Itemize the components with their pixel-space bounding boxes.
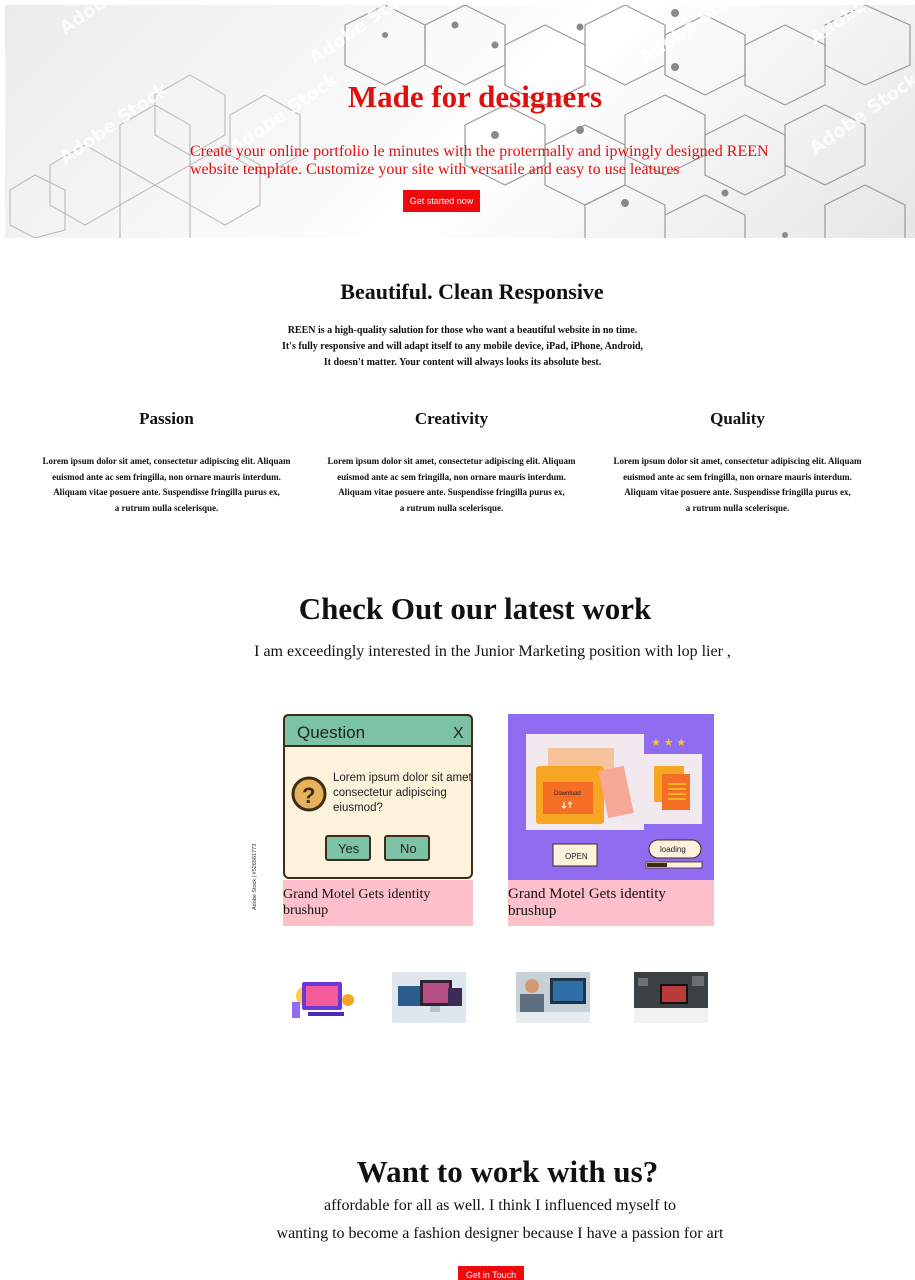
feature-title: Creativity xyxy=(414,409,489,428)
watermark-text: Adobe Stock xyxy=(56,5,173,39)
question-dialog-illustration: Question X ? Lorem ipsum dolor sit amet,… xyxy=(283,714,473,879)
question-mark-icon: ? xyxy=(302,783,315,808)
folder-download-illustration: Download ★ ★ ★ OPEN loading xyxy=(508,714,714,880)
feature-text: Lorem ipsum dolor sit amet, consectetur … xyxy=(327,456,576,513)
watermark-text: Adobe Stock xyxy=(806,5,915,49)
open-label: OPEN xyxy=(565,852,588,861)
thumbnail-monitors-showcase[interactable] xyxy=(392,972,466,1023)
portfolio-card[interactable]: Download ★ ★ ★ OPEN loading Grand Motel … xyxy=(508,714,714,926)
thumbnail-design-illustration[interactable] xyxy=(288,972,362,1023)
dialog-title: Question xyxy=(297,723,365,742)
feature-passion: Passion Lorem ipsum dolor sit amet, cons… xyxy=(24,408,309,516)
download-label: Download xyxy=(554,791,581,797)
watermark-text: Adobe Stock xyxy=(636,5,753,69)
about-line: It's fully responsive and will adapt its… xyxy=(281,341,644,352)
dialog-no: No xyxy=(400,841,417,856)
feature-quality: Quality Lorem ipsum dolor sit amet, cons… xyxy=(595,408,880,516)
get-started-button[interactable]: Get started now xyxy=(403,190,480,212)
get-in-touch-button[interactable]: Get in Touch xyxy=(458,1266,524,1280)
loading-progress-bar xyxy=(647,863,667,867)
svg-text:★ ★ ★: ★ ★ ★ xyxy=(651,737,686,749)
feature-text: Lorem ipsum dolor sit amet, consectetur … xyxy=(613,456,862,513)
hero-description: Create your online portfolio le minutes … xyxy=(190,143,769,178)
svg-text:Lorem ipsum dolor sit amet,: Lorem ipsum dolor sit amet, xyxy=(333,772,473,784)
card-caption[interactable]: Grand Motel Gets identity brushup xyxy=(508,880,714,926)
loading-label: loading xyxy=(660,845,686,854)
dialog-close: X xyxy=(453,725,464,742)
feature-title: Passion xyxy=(139,409,194,428)
about-line: REEN is a high-quality salution for thos… xyxy=(287,325,638,336)
about-description: REEN is a high-quality salution for thos… xyxy=(250,323,675,371)
cta-title: Want to work with us? xyxy=(356,1154,659,1189)
thumbnail-desk-setup[interactable] xyxy=(634,972,708,1023)
about-title: Beautiful. Clean Responsive xyxy=(340,279,604,304)
svg-text:eiusmod?: eiusmod? xyxy=(333,802,383,814)
card-caption[interactable]: Grand Motel Gets identity brushup xyxy=(283,880,473,926)
feature-title: Quality xyxy=(710,409,765,428)
portfolio-card[interactable]: Question X ? Lorem ipsum dolor sit amet,… xyxy=(283,714,473,926)
hero-title: Made for designers xyxy=(347,79,603,114)
work-title: Check Out our latest work xyxy=(298,591,652,626)
svg-text:consectetur adipiscing: consectetur adipiscing xyxy=(333,787,447,799)
cta-text-line: affordable for all as well. I think I in… xyxy=(323,1197,677,1214)
stock-credit-label: Adobe Stock | #526561773 xyxy=(252,843,258,910)
about-line: It doesn't matter. Your content will alw… xyxy=(323,357,602,368)
work-subtitle: I am exceedingly interested in the Junio… xyxy=(254,643,731,660)
thumbnail-person-at-desk[interactable] xyxy=(516,972,590,1023)
feature-text: Lorem ipsum dolor sit amet, consectetur … xyxy=(42,456,291,513)
cta-text-line: wanting to become a fashion designer bec… xyxy=(276,1225,724,1242)
feature-creativity: Creativity Lorem ipsum dolor sit amet, c… xyxy=(309,408,594,516)
hero-banner: Adobe Stock Adobe Stock Adobe Stock Adob… xyxy=(5,5,915,238)
dialog-yes: Yes xyxy=(338,841,360,856)
page: Adobe Stock Adobe Stock Adobe Stock Adob… xyxy=(0,0,915,1280)
